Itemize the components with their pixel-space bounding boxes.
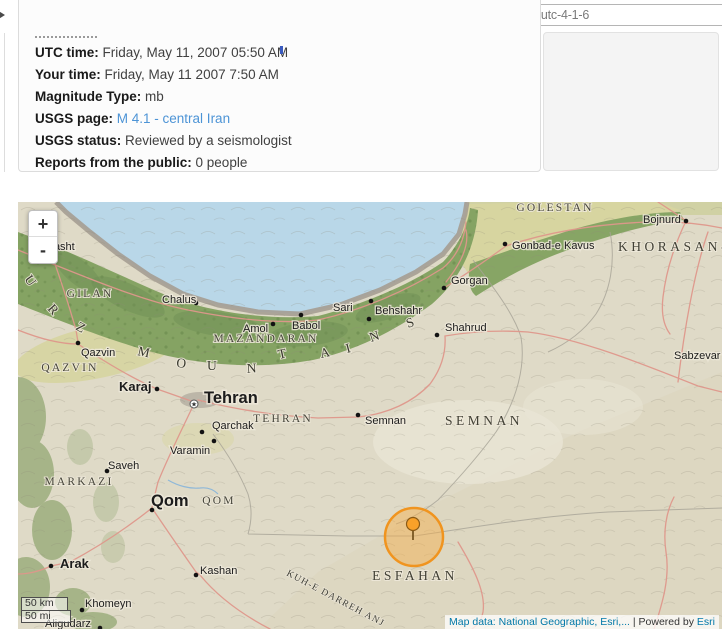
map-label-babol: Babol bbox=[292, 320, 320, 332]
detail-label: USGS page: bbox=[35, 111, 113, 126]
map-label-gorgan: Gorgan bbox=[451, 275, 488, 287]
map-data-link[interactable]: Map data: National Geographic, Esri,... bbox=[449, 616, 630, 628]
map-zoom-control: + - bbox=[28, 210, 58, 264]
map-label-o: O bbox=[176, 355, 188, 371]
map-label-semnan: Semnan bbox=[365, 415, 406, 427]
detail-value: 0 people bbox=[196, 155, 248, 170]
esri-link[interactable]: Esri bbox=[697, 616, 715, 628]
map-label-markazi: MARKAZI bbox=[44, 476, 113, 488]
detail-label: UTC time: bbox=[35, 45, 99, 60]
detail-label: Magnitude Type: bbox=[35, 89, 141, 104]
detail-value: Friday, May 11, 2007 05:50 AM bbox=[103, 45, 289, 60]
usgs-page-link[interactable]: M 4.1 - central Iran bbox=[117, 111, 230, 126]
quake-radius-circle bbox=[385, 508, 443, 566]
map-scale-control: 50 km 50 mi bbox=[21, 597, 71, 623]
map-label-kashan: Kashan bbox=[200, 565, 237, 577]
detail-value: Reviewed by a seismologist bbox=[125, 133, 292, 148]
map-label-karaj: Karaj bbox=[119, 379, 152, 394]
page: ↻ ⌂ https://earthquaketrack.com/quakes/2… bbox=[0, 0, 722, 640]
back-arrow-icon[interactable] bbox=[0, 10, 5, 20]
detail-label: Reports from the public: bbox=[35, 155, 192, 170]
city-dot bbox=[49, 564, 54, 569]
map-label-esfahan: ESFAHAN bbox=[372, 568, 458, 583]
map-label-arak: Arak bbox=[60, 556, 90, 571]
map-label-tehran: Tehran bbox=[204, 389, 258, 407]
scale-km: 50 km bbox=[21, 597, 68, 610]
quake-details-card: UTC time: Friday, May 11, 2007 05:50 AM … bbox=[18, 0, 541, 172]
zoom-in-button[interactable]: + bbox=[29, 211, 57, 237]
side-panel bbox=[543, 32, 719, 171]
city-dot bbox=[356, 413, 361, 418]
city-dot bbox=[155, 387, 160, 392]
map-label-shahrud: Shahrud bbox=[445, 322, 487, 334]
map-label-sabzevar: Sabzevar bbox=[674, 350, 721, 362]
earthquake-marker[interactable] bbox=[385, 508, 443, 566]
map-label-qazvin: QAZVIN bbox=[41, 362, 98, 374]
text-cursor bbox=[280, 46, 283, 54]
city-dot bbox=[194, 573, 199, 578]
map-label-khomeyn: Khomeyn bbox=[85, 598, 131, 610]
detail-value: Friday, May 11 2007 7:50 AM bbox=[105, 67, 279, 82]
map-label-gilan: GILAN bbox=[67, 288, 114, 300]
detail-row-utc-time: UTC time: Friday, May 11, 2007 05:50 AM bbox=[35, 42, 540, 64]
map-label-tehran: TEHRAN bbox=[253, 413, 313, 425]
city-dot bbox=[271, 322, 276, 327]
map-label-behshahr: Behshahr bbox=[375, 305, 422, 317]
map-label-gonbad-e-kavus: Gonbad-e Kavus bbox=[512, 240, 595, 252]
page-edge-line bbox=[4, 33, 5, 172]
city-dot bbox=[212, 439, 217, 444]
map-label-golestan: GOLESTAN bbox=[516, 202, 593, 214]
detail-row-usgs-status: USGS status: Reviewed by a seismologist bbox=[35, 130, 540, 152]
detail-row-usgs-page: USGS page: M 4.1 - central Iran bbox=[35, 108, 540, 130]
city-dot bbox=[80, 608, 85, 613]
city-dot bbox=[367, 317, 372, 322]
map-label-qom: QOM bbox=[202, 495, 235, 507]
map-label-qom: Qom bbox=[151, 492, 189, 510]
attribution-separator: | Powered by bbox=[630, 616, 697, 628]
detail-row-magnitude-type: Magnitude Type: mb bbox=[35, 86, 540, 108]
map-label-qarchak: Qarchak bbox=[212, 420, 254, 432]
map-label-qazvin: Qazvin bbox=[81, 347, 115, 359]
detail-label: Your time: bbox=[35, 67, 101, 82]
earthquake-map[interactable]: RashtChalusAmolBabolSariBehshahrShahrudG… bbox=[18, 202, 722, 629]
city-dot bbox=[299, 313, 304, 318]
city-dot bbox=[442, 286, 447, 291]
city-dot bbox=[369, 299, 374, 304]
city-dot bbox=[76, 341, 81, 346]
zoom-out-button[interactable]: - bbox=[29, 237, 57, 263]
map-label-n: N bbox=[246, 360, 257, 376]
detail-row-reports: Reports from the public: 0 people bbox=[35, 152, 540, 174]
map-label-u: U bbox=[207, 358, 217, 373]
city-dot bbox=[435, 333, 440, 338]
map-label-bojnurd: Bojnurd bbox=[643, 214, 681, 226]
truncated-tooltip-text bbox=[35, 32, 97, 38]
map-label-khorasan-: KHORASAN- bbox=[618, 239, 722, 254]
scale-mi: 50 mi bbox=[21, 610, 71, 623]
detail-row-your-time: Your time: Friday, May 11 2007 7:50 AM bbox=[35, 64, 540, 86]
map-label-chalus: Chalus bbox=[162, 294, 197, 306]
city-dot bbox=[200, 430, 205, 435]
capital-star-glyph: ★ bbox=[191, 401, 197, 409]
detail-label: USGS status: bbox=[35, 133, 121, 148]
map-attribution: Map data: National Geographic, Esri,... … bbox=[445, 615, 719, 629]
map-label-varamin: Varamin bbox=[170, 445, 210, 457]
city-dot bbox=[684, 219, 689, 224]
map-label-sari: Sari bbox=[333, 302, 353, 314]
map-label-mazandaran: MAZANDARAN bbox=[213, 333, 318, 345]
city-dot bbox=[503, 242, 508, 247]
detail-value: mb bbox=[145, 89, 164, 104]
map-label-semnan: SEMNAN bbox=[445, 413, 523, 428]
map-label-saveh: Saveh bbox=[108, 460, 139, 472]
